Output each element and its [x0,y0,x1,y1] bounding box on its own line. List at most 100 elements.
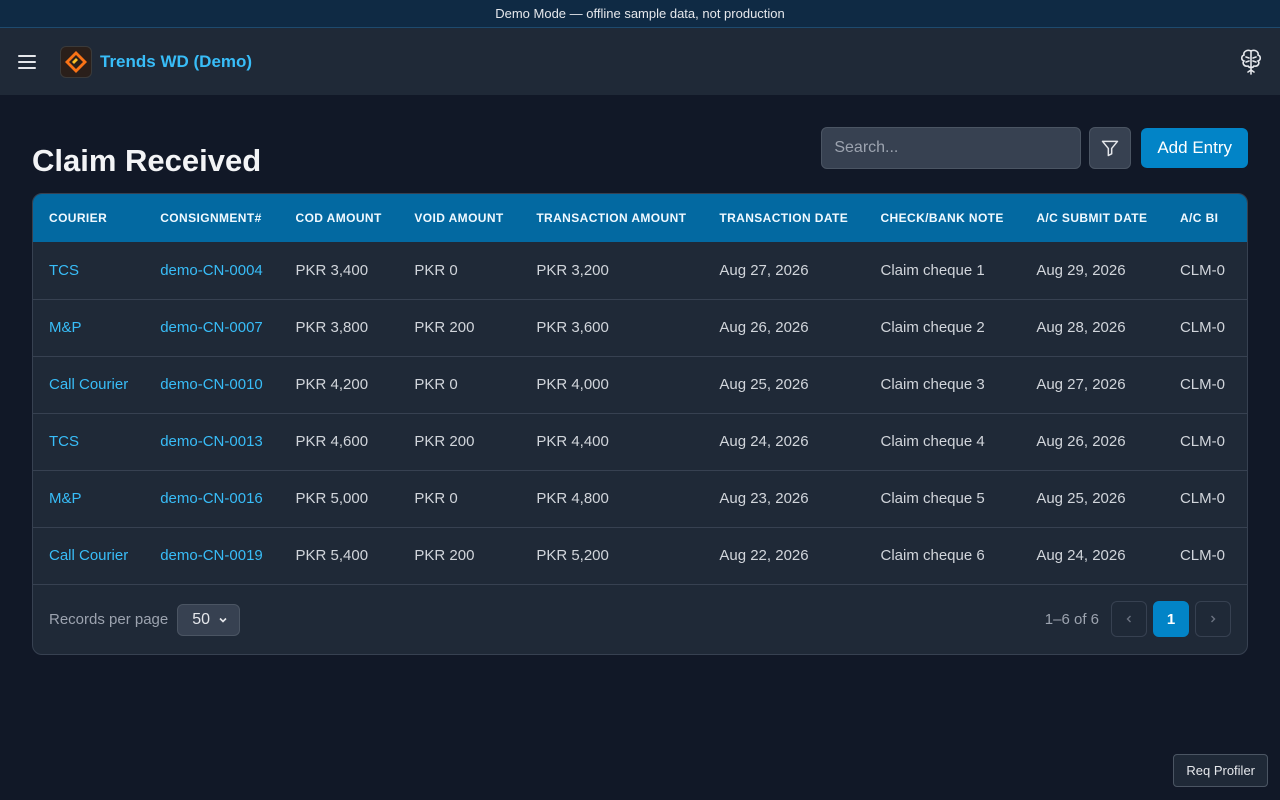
transaction-amount-cell: PKR 3,200 [536,261,609,279]
claims-table-card: COURIER CONSIGNMENT# COD AMOUNT VOID AMO… [32,193,1248,655]
void-amount-cell: PKR 0 [414,376,458,393]
cod-amount-cell: PKR 3,400 [295,261,369,279]
prev-page-button[interactable] [1111,601,1147,637]
courier-cell[interactable]: TCS [33,413,144,470]
courier-cell[interactable]: TCS [33,242,144,299]
transaction-amount-cell: PKR 5,200 [536,547,609,565]
table-header-row: COURIER CONSIGNMENT# COD AMOUNT VOID AMO… [33,194,1247,242]
ac-bill-cell: CLM-0 [1179,376,1225,393]
add-entry-button[interactable]: Add Entry [1141,128,1248,168]
column-header-ac-submit-date[interactable]: A/C SUBMIT DATE [1020,194,1164,242]
header-controls: Add Entry [821,127,1248,169]
column-header-transaction-date[interactable]: TRANSACTION DATE [703,194,864,242]
ac-bill-cell: CLM-0 [1179,261,1225,279]
claims-table: COURIER CONSIGNMENT# COD AMOUNT VOID AMO… [33,194,1247,584]
cod-amount-cell: PKR 4,200 [295,376,369,393]
transaction-date-cell: Aug 26, 2026 [719,319,809,336]
transaction-date-cell: Aug 27, 2026 [719,261,809,279]
table-row[interactable]: TCS demo-CN-0004 PKR 3,400 PKR 0 PKR 3,2… [33,242,1247,299]
bank-note-cell: Claim cheque 6 [880,547,985,565]
table-row[interactable]: M&P demo-CN-0016 PKR 5,000 PKR 0 PKR 4,8… [33,470,1247,527]
ac-bill-cell: CLM-0 [1179,490,1225,507]
void-amount-cell: PKR 200 [414,319,475,336]
bank-note-cell: Claim cheque 4 [880,433,985,450]
column-header-void-amount[interactable]: VOID AMOUNT [398,194,520,242]
submit-date-cell: Aug 27, 2026 [1036,376,1126,393]
page-range: 1–6 of 6 [1044,610,1099,628]
cod-amount-cell: PKR 5,400 [295,547,369,565]
cod-amount-cell: PKR 5,000 [295,490,369,507]
demo-mode-banner: Demo Mode — offline sample data, not pro… [0,0,1280,28]
void-amount-cell: PKR 200 [414,433,475,450]
top-bar: Trends WD (Demo) [0,28,1280,95]
menu-icon[interactable] [18,50,42,74]
table-row[interactable]: Call Courier demo-CN-0010 PKR 4,200 PKR … [33,356,1247,413]
bank-note-cell: Claim cheque 5 [880,490,985,507]
void-amount-cell: PKR 200 [414,547,475,565]
transaction-date-cell: Aug 25, 2026 [719,376,809,393]
page-button-current[interactable]: 1 [1153,601,1189,637]
chevron-down-icon [219,617,227,623]
transaction-amount-cell: PKR 4,000 [536,376,609,393]
void-amount-cell: PKR 0 [414,490,458,507]
search-input[interactable] [821,127,1082,169]
records-per-page-value: 50 [192,610,211,628]
column-header-courier[interactable]: COURIER [33,194,144,242]
next-page-button[interactable] [1195,601,1231,637]
column-header-cod-amount[interactable]: COD AMOUNT [280,194,399,242]
chevron-right-icon [1211,615,1216,623]
brain-icon[interactable] [1240,48,1264,76]
cod-amount-cell: PKR 3,800 [295,319,369,336]
bank-note-cell: Claim cheque 1 [880,261,985,279]
transaction-amount-cell: PKR 4,400 [536,433,609,450]
submit-date-cell: Aug 29, 2026 [1036,261,1126,279]
transaction-amount-cell: PKR 4,800 [536,490,609,507]
column-header-transaction-amount[interactable]: TRANSACTION AMOUNT [520,194,703,242]
cod-amount-cell: PKR 4,600 [295,433,369,450]
app-logo-icon[interactable] [60,45,92,78]
table-row[interactable]: TCS demo-CN-0013 PKR 4,600 PKR 200 PKR 4… [33,413,1247,470]
app-title[interactable]: Trends WD (Demo) [100,52,252,72]
consignment-link[interactable]: demo-CN-0019 [144,527,279,584]
bank-note-cell: Claim cheque 3 [880,376,985,393]
courier-cell[interactable]: Call Courier [33,527,144,584]
page-header: Claim Received Add Entry [32,127,1248,195]
records-per-page-label: Records per page [49,611,169,628]
submit-date-cell: Aug 28, 2026 [1036,319,1126,336]
ac-bill-cell: CLM-0 [1179,547,1225,565]
courier-cell[interactable]: M&P [33,470,144,527]
main-content: Claim Received Add Entry COURIER CONSIGN… [0,95,1280,655]
transaction-date-cell: Aug 22, 2026 [719,547,809,565]
transaction-date-cell: Aug 24, 2026 [719,433,809,450]
chevron-left-icon [1126,615,1131,623]
submit-date-cell: Aug 26, 2026 [1036,433,1126,450]
filter-button[interactable] [1089,127,1132,169]
column-header-ac-bill[interactable]: A/C BI [1164,194,1247,242]
table-footer: Records per page 50 1–6 of 6 1 [33,584,1247,654]
demo-banner-text: Demo Mode — offline sample data, not pro… [495,6,785,21]
ac-bill-cell: CLM-0 [1179,433,1225,450]
consignment-link[interactable]: demo-CN-0016 [144,470,279,527]
table-row[interactable]: Call Courier demo-CN-0019 PKR 5,400 PKR … [33,527,1247,584]
pagination: 1–6 of 6 1 [1045,601,1231,637]
consignment-link[interactable]: demo-CN-0007 [144,299,279,356]
ac-bill-cell: CLM-0 [1179,319,1225,336]
consignment-link[interactable]: demo-CN-0004 [144,242,279,299]
records-per-page-select[interactable]: 50 [177,603,241,636]
table-scroll-area[interactable]: COURIER CONSIGNMENT# COD AMOUNT VOID AMO… [33,194,1247,584]
transaction-date-cell: Aug 23, 2026 [719,490,809,507]
submit-date-cell: Aug 25, 2026 [1036,490,1126,507]
void-amount-cell: PKR 0 [414,261,458,279]
consignment-link[interactable]: demo-CN-0010 [144,356,279,413]
page-title: Claim Received [32,143,262,178]
courier-cell[interactable]: Call Courier [33,356,144,413]
filter-icon [1102,140,1119,157]
transaction-amount-cell: PKR 3,600 [536,319,609,336]
courier-cell[interactable]: M&P [33,299,144,356]
column-header-consignment[interactable]: CONSIGNMENT# [144,194,279,242]
table-row[interactable]: M&P demo-CN-0007 PKR 3,800 PKR 200 PKR 3… [33,299,1247,356]
submit-date-cell: Aug 24, 2026 [1036,547,1126,565]
req-profiler-button[interactable]: Req Profiler [1173,754,1268,787]
consignment-link[interactable]: demo-CN-0013 [144,413,279,470]
column-header-check-bank-note[interactable]: CHECK/BANK NOTE [864,194,1020,242]
